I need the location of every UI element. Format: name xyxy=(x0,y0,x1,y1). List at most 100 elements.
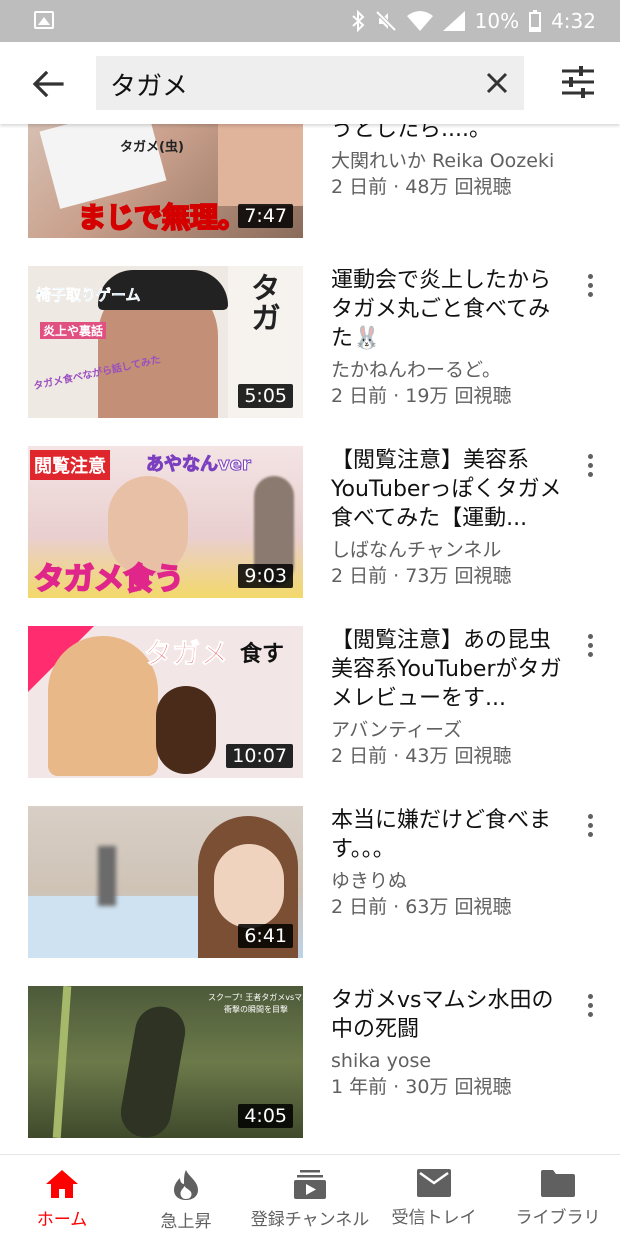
image-notification-icon xyxy=(34,11,54,29)
search-results-list[interactable]: タガメ(虫) まじで無理。 7:47 ※】タガメ(虫)を食べようとしたら....… xyxy=(0,124,620,1154)
nav-subscriptions[interactable]: 登録チャンネル xyxy=(248,1155,372,1240)
video-result[interactable]: 閲覧注意 あやなんver タガメ食う 9:03 【閲覧注意】美容系YouTube… xyxy=(0,446,620,606)
channel-name: たかねんわーるど。 xyxy=(331,359,502,381)
filter-button[interactable] xyxy=(560,64,596,100)
clock: 4:32 xyxy=(551,9,596,33)
video-info: タガメvsマムシ水田の中の死闘 shika yose 1 年前 · 30万 回視… xyxy=(331,986,571,1100)
video-meta: 2 日前 · 63万 回視聴 xyxy=(331,896,512,918)
video-title: タガメvsマムシ水田の中の死闘 xyxy=(331,988,554,1042)
more-options-button[interactable] xyxy=(582,632,598,662)
bottom-navigation: ホーム 急上昇 登録チャンネル 受信トレイ ライブラリ xyxy=(0,1154,620,1240)
video-info: 【閲覧注意】美容系YouTuberっぽくタガメ食べてみた【運動... しばなんチ… xyxy=(331,446,571,589)
video-thumbnail[interactable]: タガメ(虫) まじで無理。 7:47 xyxy=(28,124,303,238)
video-result[interactable]: タガメ 食す 10:07 【閲覧注意】あの昆虫美容系YouTuberがタガメレビ… xyxy=(0,626,620,786)
thumbnail-caption: 衝撃の瞬間を目撃 xyxy=(224,1005,288,1014)
status-bar: 10% 4:32 xyxy=(0,0,620,42)
video-title: ※】タガメ(虫)を食べようとしたら....。 xyxy=(331,124,491,142)
video-thumbnail[interactable]: タガ 椅子取りゲーム 炎上や裏話 タガメ食べながら話してみた 5:05 xyxy=(28,266,303,418)
video-result[interactable]: タガ 椅子取りゲーム 炎上や裏話 タガメ食べながら話してみた 5:05 運動会で… xyxy=(0,266,620,426)
thumbnail-caption: タガメ食う xyxy=(33,561,185,598)
search-input[interactable]: タガメ xyxy=(96,56,524,110)
video-info: ※】タガメ(虫)を食べようとしたら....。 大関れいか Reika Oozek… xyxy=(331,124,571,200)
home-icon xyxy=(46,1170,78,1198)
video-info: 【閲覧注意】あの昆虫美容系YouTuberがタガメレビューをす... アバンティ… xyxy=(331,626,571,769)
wifi-icon xyxy=(406,11,433,31)
thumbnail-caption: タガ xyxy=(245,272,280,332)
thumbnail-grass xyxy=(52,986,72,1138)
video-duration: 9:03 xyxy=(238,564,293,588)
trending-icon xyxy=(174,1170,198,1200)
inbox-icon xyxy=(417,1169,451,1197)
thumbnail-insect xyxy=(98,846,116,906)
thumbnail-face xyxy=(214,844,284,928)
video-meta: 2 日前 · 43万 回視聴 xyxy=(331,745,512,767)
back-button[interactable] xyxy=(28,64,68,104)
clear-search-button[interactable] xyxy=(484,70,510,96)
nav-label: 急上昇 xyxy=(160,1212,212,1232)
video-result[interactable]: タガメ(虫) まじで無理。 7:47 ※】タガメ(虫)を食べようとしたら....… xyxy=(0,124,620,246)
channel-name: shika yose xyxy=(331,1050,432,1072)
channel-name: 大関れいか Reika Oozeki xyxy=(331,150,555,172)
video-meta: 1 年前 · 30万 回視聴 xyxy=(331,1076,512,1098)
arrow-back-icon xyxy=(32,70,64,98)
more-options-button[interactable] xyxy=(582,812,598,842)
thumbnail-caption: あやなんver xyxy=(146,454,252,476)
thumbnail-face xyxy=(218,124,303,206)
bluetooth-icon xyxy=(351,10,365,32)
thumbnail-caption: スクープ! 王者タガメvsマムシ xyxy=(208,993,303,1002)
video-meta: 2 日前 · 73万 回視聴 xyxy=(331,565,512,587)
video-title: 【閲覧注意】あの昆虫美容系YouTuberがタガメレビューをす... xyxy=(331,628,562,711)
close-icon xyxy=(486,72,508,94)
video-result[interactable]: スクープ! 王者タガメvsマムシ 衝撃の瞬間を目撃 4:05 タガメvsマムシ水… xyxy=(0,986,620,1146)
nav-label: ホーム xyxy=(36,1210,88,1230)
nav-inbox[interactable]: 受信トレイ xyxy=(372,1155,496,1240)
video-title: 本当に嫌だけど食べます。。。 xyxy=(331,808,552,862)
video-info: 運動会で炎上したからタガメ丸ごと食べてみた🐰 たかねんわーるど。 2 日前 · … xyxy=(331,266,571,409)
mute-icon xyxy=(375,10,397,32)
nav-library[interactable]: ライブラリ xyxy=(496,1155,620,1240)
video-result[interactable]: 6:41 本当に嫌だけど食べます。。。 ゆきりぬ 2 日前 · 63万 回視聴 xyxy=(0,806,620,966)
search-query: タガメ xyxy=(110,72,189,102)
thumbnail-caption: 食す xyxy=(240,642,285,667)
library-icon xyxy=(541,1170,575,1197)
channel-name: アバンティーズ xyxy=(331,719,463,741)
channel-name: ゆきりぬ xyxy=(331,870,408,892)
nav-label: ライブラリ xyxy=(515,1208,601,1228)
video-duration: 4:05 xyxy=(238,1104,293,1128)
thumbnail-caption: 炎上や裏話 xyxy=(40,322,107,339)
more-options-button[interactable] xyxy=(582,992,598,1022)
status-bar-right: 10% 4:32 xyxy=(351,6,596,36)
video-duration: 5:05 xyxy=(238,384,293,408)
video-thumbnail[interactable]: 閲覧注意 あやなんver タガメ食う 9:03 xyxy=(28,446,303,598)
thumbnail-snake xyxy=(116,1002,190,1138)
more-options-button[interactable] xyxy=(582,272,598,302)
nav-home[interactable]: ホーム xyxy=(0,1155,124,1240)
thumbnail-caption: まじで無理。 xyxy=(77,200,247,235)
nav-label: 登録チャンネル xyxy=(250,1210,370,1230)
video-thumbnail[interactable]: 6:41 xyxy=(28,806,303,958)
subscriptions-icon xyxy=(294,1170,326,1199)
thumbnail-caption: タガメ xyxy=(143,637,229,671)
thumbnail-caption: 閲覧注意 xyxy=(30,450,110,480)
search-header: タガメ xyxy=(0,42,620,124)
thumbnail-insect xyxy=(156,686,216,774)
tune-icon xyxy=(562,66,594,98)
video-duration: 7:47 xyxy=(238,204,293,228)
battery-icon xyxy=(529,10,542,32)
battery-percent: 10% xyxy=(474,9,520,33)
video-thumbnail[interactable]: タガメ 食す 10:07 xyxy=(28,626,303,778)
video-meta: 2 日前 · 19万 回視聴 xyxy=(331,385,512,407)
video-title: 【閲覧注意】美容系YouTuberっぽくタガメ食べてみた【運動... xyxy=(331,448,562,531)
video-duration: 6:41 xyxy=(238,924,293,948)
video-duration: 10:07 xyxy=(226,744,293,768)
signal-icon xyxy=(442,11,465,31)
video-thumbnail[interactable]: スクープ! 王者タガメvsマムシ 衝撃の瞬間を目撃 4:05 xyxy=(28,986,303,1138)
video-meta: 2 日前 · 48万 回視聴 xyxy=(331,176,512,198)
channel-name: しばなんチャンネル xyxy=(331,539,502,561)
more-options-button[interactable] xyxy=(582,452,598,482)
video-title: 運動会で炎上したからタガメ丸ごと食べてみた🐰 xyxy=(331,268,552,351)
video-info: 本当に嫌だけど食べます。。。 ゆきりぬ 2 日前 · 63万 回視聴 xyxy=(331,806,571,920)
nav-trending[interactable]: 急上昇 xyxy=(124,1155,248,1240)
nav-label: 受信トレイ xyxy=(391,1208,477,1228)
thumbnail-caption: 椅子取りゲーム xyxy=(36,286,141,305)
